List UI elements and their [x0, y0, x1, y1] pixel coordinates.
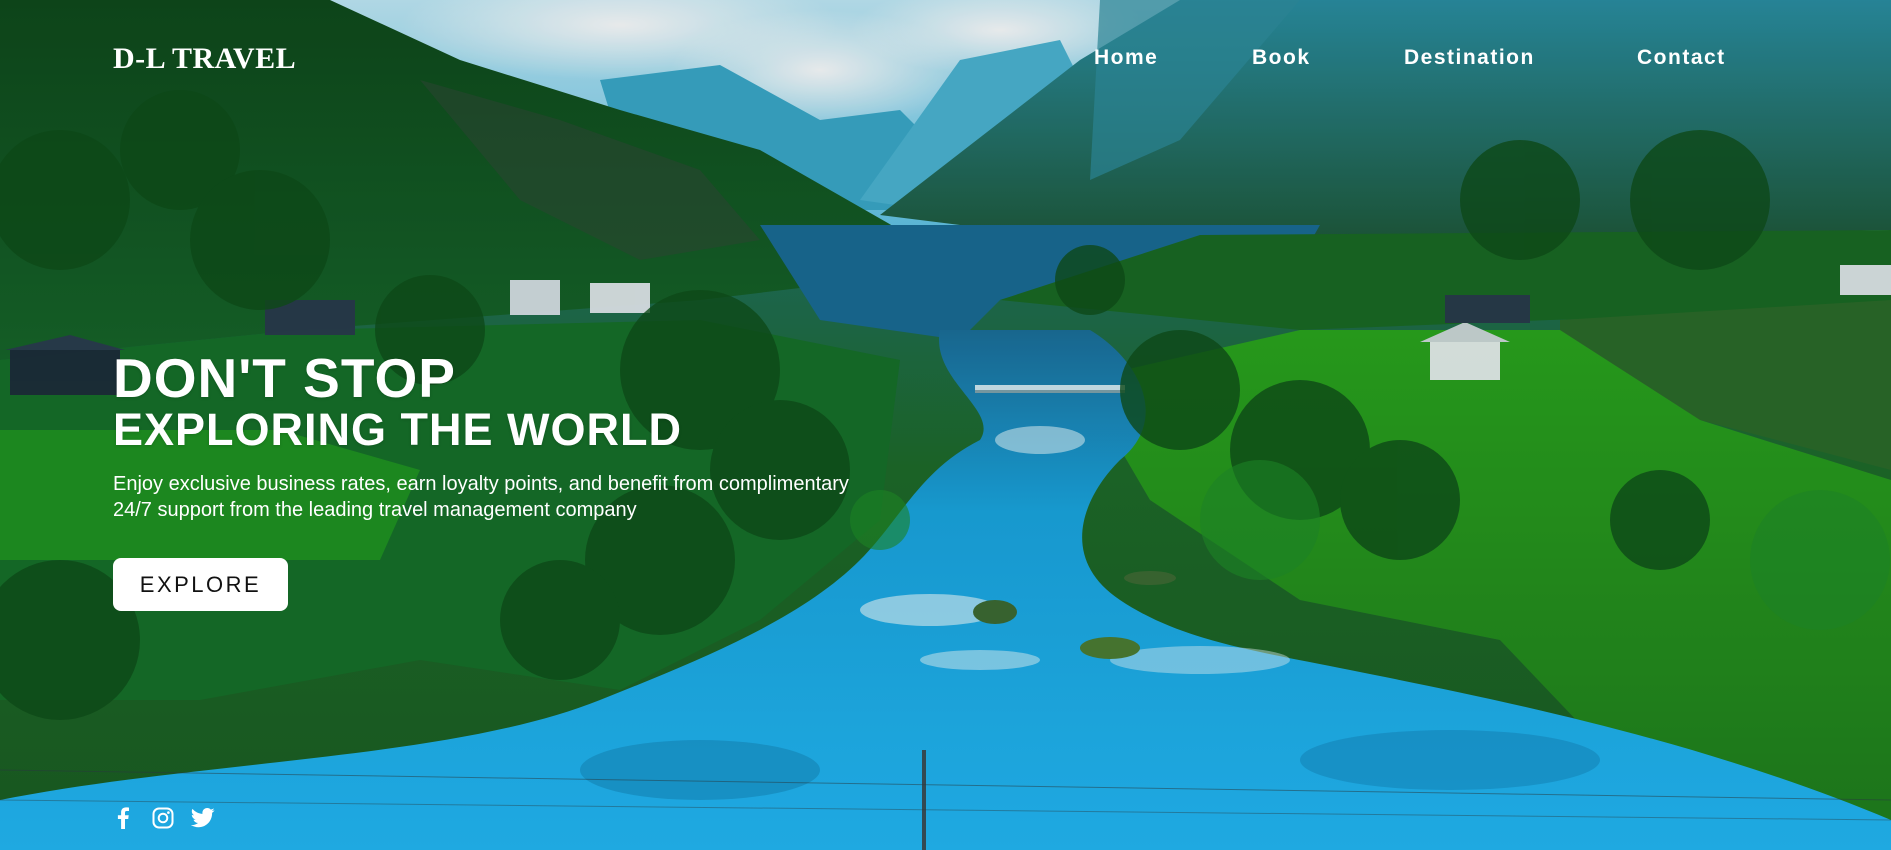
- nav-item-book[interactable]: Book: [1252, 46, 1311, 70]
- hero-headline-line1: DON'T STOP: [113, 347, 456, 409]
- hero-headline-line2: EXPLORING THE WORLD: [113, 404, 682, 455]
- twitter-icon[interactable]: [191, 806, 215, 830]
- explore-button[interactable]: EXPLORE: [113, 558, 288, 611]
- hero-section: D-L TRAVEL Home Book Destination Contact…: [0, 0, 1891, 850]
- nav-item-destination[interactable]: Destination: [1404, 46, 1535, 70]
- hero-subtext: Enjoy exclusive business rates, earn loy…: [113, 473, 849, 521]
- nav-item-contact[interactable]: Contact: [1637, 46, 1726, 70]
- instagram-icon[interactable]: [151, 806, 175, 830]
- facebook-icon[interactable]: [111, 806, 135, 830]
- social-links: [111, 806, 215, 830]
- nav-item-home[interactable]: Home: [1094, 46, 1158, 70]
- main-nav: Home Book Destination Contact: [0, 46, 1891, 76]
